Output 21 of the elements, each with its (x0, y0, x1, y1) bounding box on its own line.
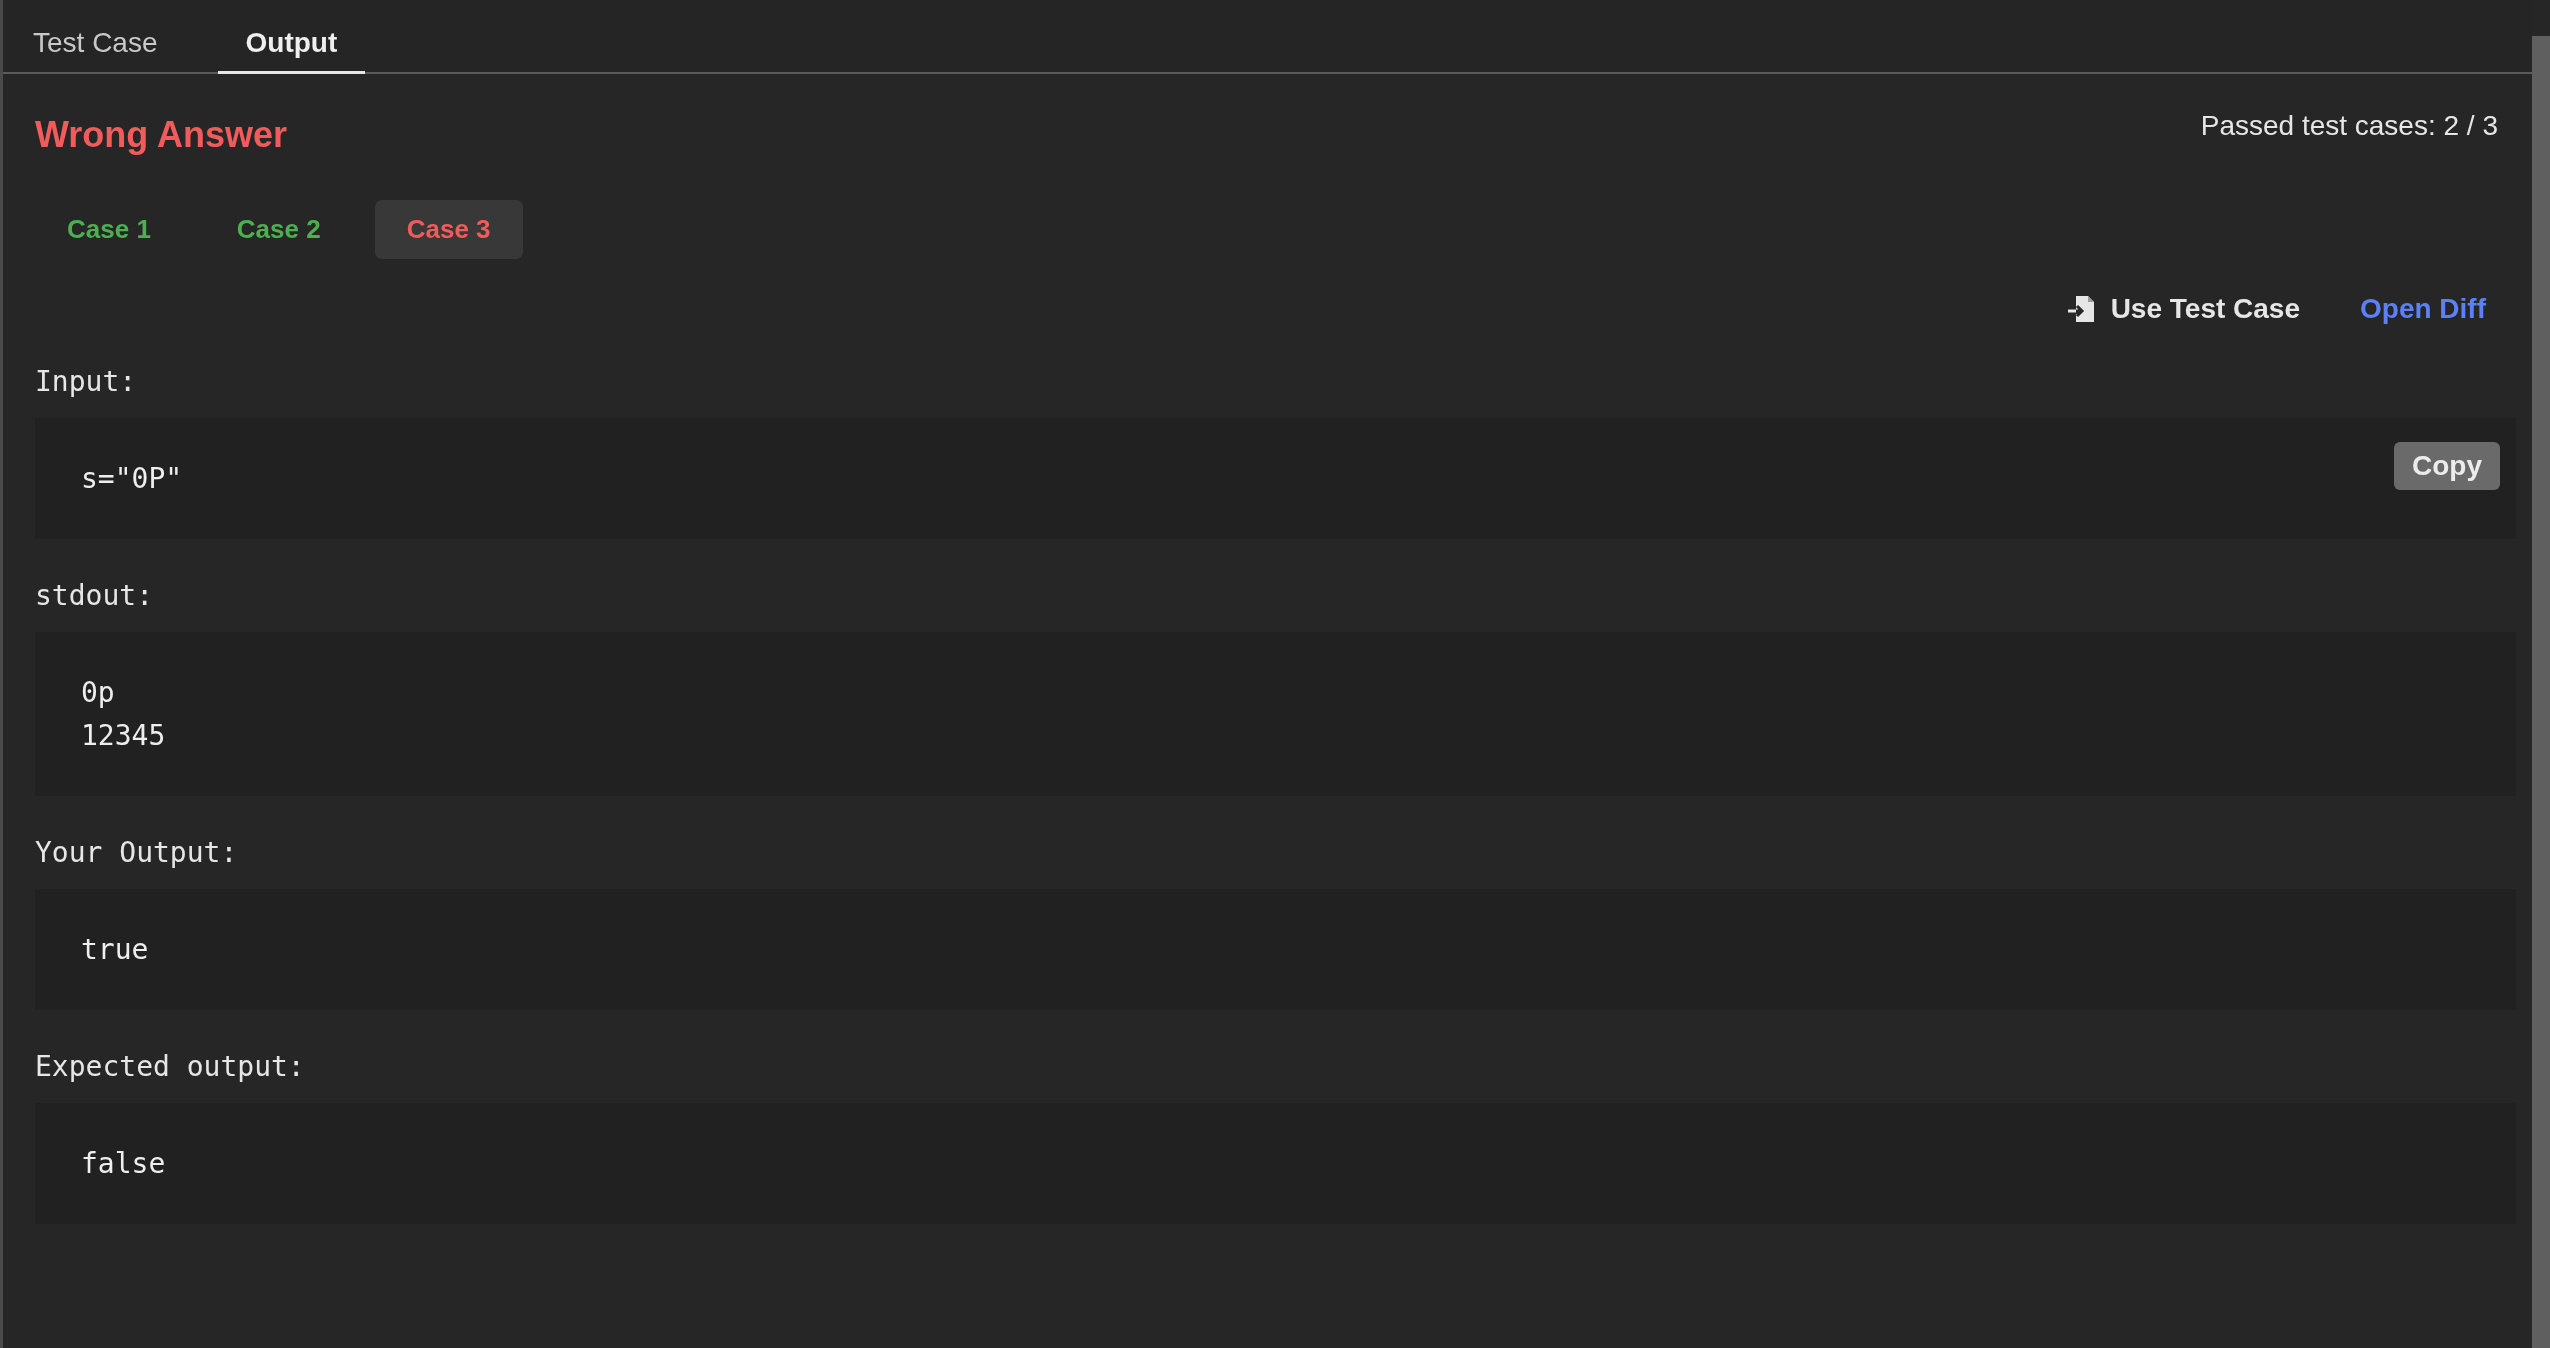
result-title: Wrong Answer (35, 114, 288, 156)
tab[interactable]: Output (217, 0, 366, 74)
passed-count: Passed test cases: 2 / 3 (2200, 110, 2499, 142)
open-diff-link[interactable]: Open Diff (2360, 293, 2486, 325)
case-tab[interactable]: Case 3 (374, 200, 523, 259)
code-line: 0p (81, 676, 116, 709)
section-label: Input: (35, 365, 138, 398)
case-tab[interactable]: Case 1 (35, 200, 183, 259)
code-line: false (81, 1147, 166, 1180)
use-test-case-button[interactable]: Use Test Case (2066, 293, 2300, 325)
case-tab[interactable]: Case 2 (204, 200, 353, 259)
code-line: 12345 (81, 719, 166, 752)
code-line: true (81, 933, 149, 966)
section-label: Expected output: (35, 1050, 306, 1083)
copy-button[interactable]: Copy (2394, 442, 2500, 490)
section-label: Your Output: (35, 836, 239, 869)
scrollbar[interactable] (2532, 36, 2550, 1348)
code-line: s="0P" (81, 462, 183, 495)
file-import-icon (2066, 294, 2097, 324)
tab[interactable]: Test Case (33, 0, 188, 74)
section-label: stdout: (35, 579, 154, 612)
